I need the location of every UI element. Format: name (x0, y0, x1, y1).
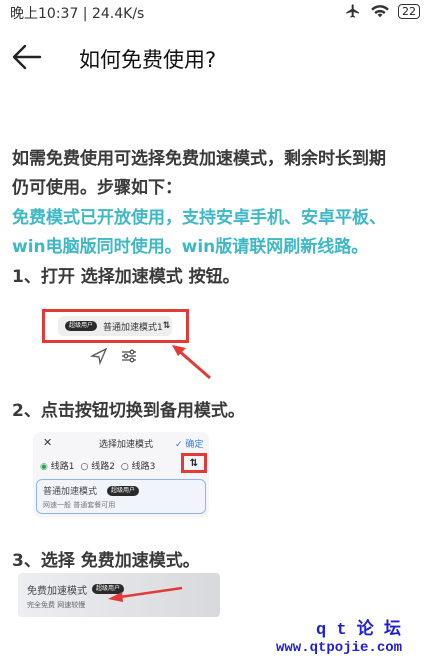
watermark-line1: q t 论 坛 (316, 621, 402, 640)
notice-text-line2: win电脑版同时使用。win版请联网刷新线路。 (12, 237, 369, 257)
line-options: ◉ 线路1 ○ 线路2 ○ 线路3 (40, 459, 155, 472)
arrow-pointer-3 (108, 586, 183, 602)
airplane-mode-icon (346, 4, 359, 18)
confirm-button: ✓ 确定 (175, 440, 204, 450)
line-option-3-label: 线路3 (131, 462, 156, 472)
status-bar: 晚上10:37 | 24.4K/s 22 (0, 0, 430, 24)
step2-text: 2、点击按钮切换到备用模式。 (12, 401, 245, 421)
mode-select-button: 超级用户 普通加速模式1 ⇅ (58, 316, 172, 336)
battery-icon: 22 (398, 3, 420, 19)
swap-icon: ⇅ (162, 321, 171, 331)
line-option-2-label: 线路2 (91, 462, 115, 472)
toolbar-icons (89, 347, 136, 366)
line-option-3: ○ 线路3 (120, 462, 156, 472)
free-mode-desc: 完全免费 网速较慢 (27, 601, 86, 609)
arrow-pointer-1 (172, 345, 211, 380)
step3-text: 3、选择 免费加速模式。 (12, 551, 200, 571)
step1-highlight-box: 超级用户 普通加速模式1 ⇅ (42, 309, 189, 343)
mode-card: 普通加速模式 超级用户 网速一般 普通套餐可用 (36, 479, 206, 514)
page-title: 如何免费使用? (79, 48, 217, 72)
mode-card-title: 普通加速模式 (43, 487, 98, 497)
back-button[interactable] (10, 42, 44, 72)
vip-tag: 超级用户 (65, 321, 98, 331)
status-time: 晚上10:37 | 24.4K/s (10, 6, 145, 22)
watermark-line2: www.qtpojie.com (276, 640, 403, 656)
back-arrow-icon (12, 44, 42, 70)
mode-card-desc: 网速一般 普通套餐可用 (43, 501, 116, 509)
swap-mode-button-highlight: ⇅ (181, 453, 207, 473)
wifi-icon (371, 5, 389, 18)
forum-watermark: q t 论 坛 www.qtpojie.com (276, 614, 402, 656)
mode-card-tag: 超级用户 (107, 486, 140, 496)
send-icon (89, 347, 108, 366)
close-icon: ✕ (43, 436, 53, 449)
status-icons: 22 (344, 3, 420, 19)
step1-text: 1、打开 选择加速模式 按钮。 (12, 267, 240, 287)
intro-text-line1: 如需免费使用可选择免费加速模式，剩余时长到期 (12, 149, 386, 169)
mode-label: 普通加速模式1 (103, 322, 163, 333)
intro-text-line2: 仍可使用。步骤如下： (12, 178, 182, 198)
free-mode-title: 免费加速模式 (27, 586, 87, 597)
confirm-label: 确定 (185, 440, 204, 450)
notice-text-line1: 免费模式已开放使用，支持安卓手机、安卓平板、 (12, 208, 386, 228)
settings-sliders-icon (122, 349, 136, 363)
picker-title: 选择加速模式 (99, 440, 154, 450)
line-option-1: ◉ 线路1 (40, 462, 75, 472)
mode-picker-panel: ✕ 选择加速模式 ✓ 确定 ◉ 线路1 ○ 线路2 ○ 线路3 ⇅ 普通加速模式… (33, 432, 209, 518)
line-option-2: ○ 线路2 (80, 462, 115, 472)
line-option-1-label: 线路1 (50, 462, 75, 472)
